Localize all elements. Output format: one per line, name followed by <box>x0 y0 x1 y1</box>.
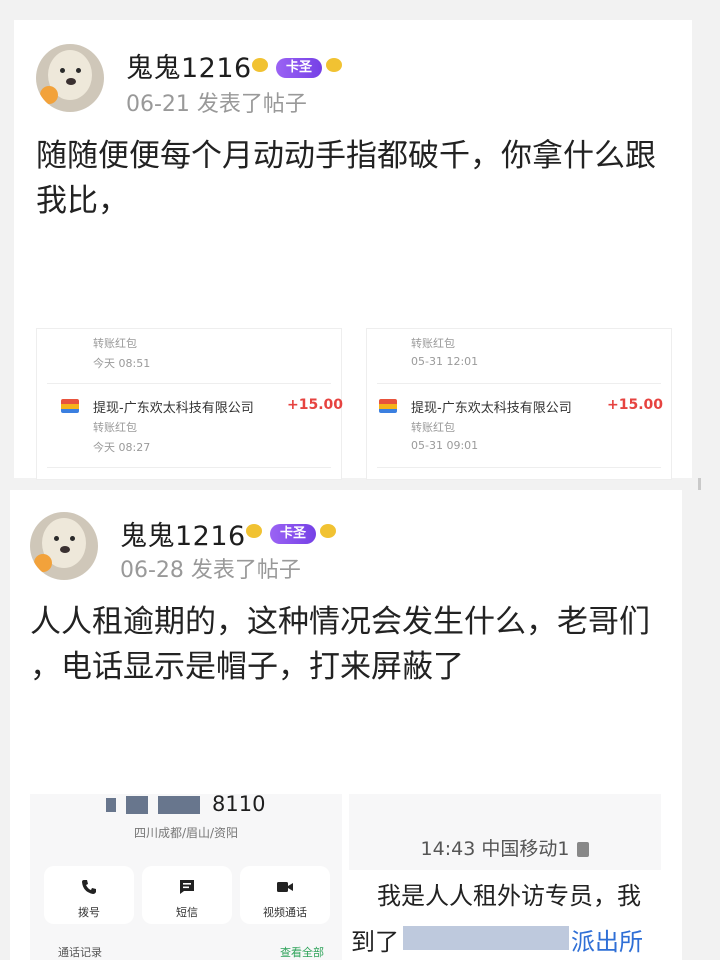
redacted-number <box>126 796 148 814</box>
username[interactable]: 鬼鬼1216 <box>126 46 252 85</box>
phone-number-tail: 8110 <box>212 794 266 816</box>
post-text: 随随便便每个月动动手指都破千，你拿什么跟 我比， <box>36 134 676 224</box>
post-text-line: ，电话显示是帽子，打来屏蔽了 <box>30 649 464 685</box>
message-icon <box>180 880 194 894</box>
redacted-text <box>403 926 569 950</box>
call-log-title: 通话记录 <box>58 946 102 959</box>
video-call-label: 视频通话 <box>263 906 307 919</box>
post-card-1[interactable]: 鬼鬼1216 卡圣 06-21 发表了帖子 随随便便每个月动动手指都破千，你拿什… <box>14 20 692 480</box>
app-logo-icon <box>379 399 397 413</box>
transaction-amount: +15.00 <box>287 397 344 413</box>
post-image[interactable]: 转账红包 05-31 12:01 提现-广东欢太科技有限公司 +15.00 转账… <box>366 328 672 480</box>
view-all-link[interactable]: 查看全部 <box>280 944 324 960</box>
sms-text-line-start: 到了 <box>351 928 399 956</box>
video-icon <box>277 882 293 892</box>
badge-wing-icon <box>320 524 336 538</box>
post-text-line: 人人租逾期的，这种情况会发生什么，老哥们 <box>30 604 650 640</box>
sim-card-icon <box>577 842 590 857</box>
post-card-2[interactable]: 鬼鬼1216 卡圣 06-28 发表了帖子 人人租逾期的，这种情况会发生什么，老… <box>10 490 682 960</box>
post-image[interactable]: 转账红包 今天 08:51 提现-广东欢太科技有限公司 +15.00 转账红包 … <box>36 328 344 480</box>
post-text-line: 我比， <box>36 183 129 219</box>
phone-icon <box>82 880 96 894</box>
post-meta: 06-21 发表了帖子 <box>126 92 307 117</box>
sms-button[interactable]: 短信 <box>142 866 232 924</box>
user-badge: 卡圣 <box>276 58 323 78</box>
sms-bubble: 我是人人租外访专员，我 到了 派出所 <box>349 870 661 960</box>
scroll-indicator <box>698 478 701 490</box>
username[interactable]: 鬼鬼1216 <box>120 514 246 553</box>
transaction-company: 提现-广东欢太科技有限公司 <box>411 401 572 416</box>
sms-link-text[interactable]: 派出所 <box>571 922 643 957</box>
transfer-label: 转账红包 <box>411 421 455 434</box>
redacted-number <box>106 798 116 812</box>
dial-button[interactable]: 拨号 <box>44 866 134 924</box>
transfer-time: 今天 08:27 <box>93 441 151 454</box>
badge-wing-icon <box>252 58 268 72</box>
post-meta: 06-28 发表了帖子 <box>120 558 301 583</box>
transfer-label: 转账红包 <box>93 337 137 350</box>
transaction-amount: +15.00 <box>607 397 664 413</box>
post-text-line: 随随便便每个月动动手指都破千，你拿什么跟 <box>36 138 656 174</box>
sms-label: 短信 <box>176 906 198 919</box>
sms-text-line: 我是人人租外访专员，我 <box>377 882 641 910</box>
user-avatar[interactable] <box>36 44 104 112</box>
app-logo-icon <box>61 399 79 413</box>
transfer-label: 转账红包 <box>93 421 137 434</box>
post-text: 人人租逾期的，这种情况会发生什么，老哥们 ，电话显示是帽子，打来屏蔽了 <box>30 600 675 690</box>
transfer-time: 今天 08:51 <box>93 357 151 370</box>
sms-status-text: 14:43 中国移动1 <box>420 838 570 860</box>
badge-wing-icon <box>246 524 262 538</box>
dial-label: 拨号 <box>78 906 100 919</box>
user-avatar[interactable] <box>30 512 98 580</box>
post-image[interactable]: 14:43 中国移动1 我是人人租外访专员，我 到了 派出所 <box>349 794 661 960</box>
badge-wing-icon <box>326 58 342 72</box>
transfer-time: 05-31 12:01 <box>411 355 479 368</box>
transaction-company: 提现-广东欢太科技有限公司 <box>93 401 254 416</box>
sms-status-bar: 14:43 中国移动1 <box>349 834 661 861</box>
phone-location: 四川成都/眉山/资阳 <box>133 826 239 840</box>
video-call-button[interactable]: 视频通话 <box>240 866 330 924</box>
post-image[interactable]: 8110 四川成都/眉山/资阳 拨号 短信 视频通话 通话记录 查看全部 <box>30 794 342 960</box>
transfer-time: 05-31 09:01 <box>411 439 479 452</box>
user-badge: 卡圣 <box>270 524 317 544</box>
transfer-label: 转账红包 <box>411 337 455 350</box>
redacted-number <box>158 796 200 814</box>
